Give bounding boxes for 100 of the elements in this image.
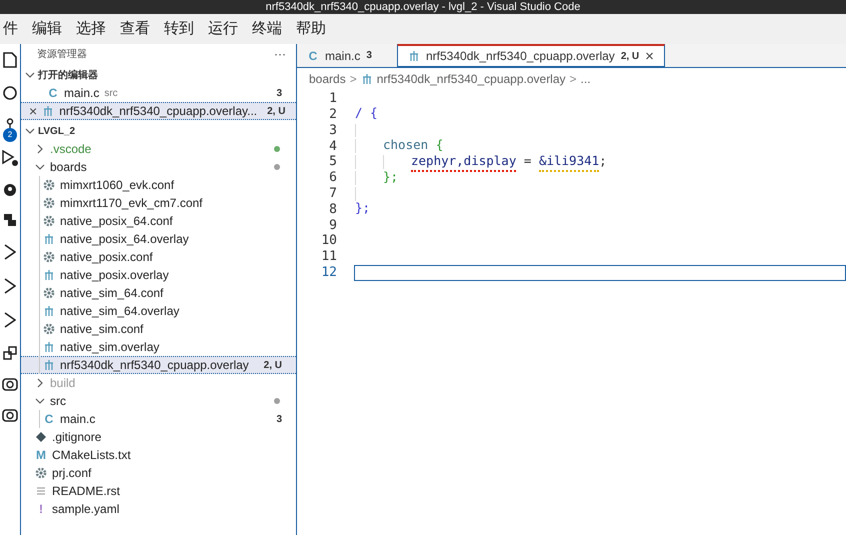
tree-item-selected[interactable]: nrf5340dk_nrf5340_cpuapp.overlay 2, U	[21, 356, 296, 374]
breadcrumb-item[interactable]: nrf5340dk_nrf5340_cpuapp.overlay	[376, 70, 566, 88]
code-token: / {	[355, 104, 378, 122]
breadcrumb-separator: >	[350, 71, 357, 88]
tree-item-selected[interactable]: × nrf5340dk_nrf5340_cpuapp.overlay... 2, U	[21, 102, 296, 120]
line-number: 7	[328, 184, 337, 203]
folder-name: build	[50, 375, 76, 392]
c-file-icon: C	[307, 46, 319, 64]
search-icon	[3, 86, 17, 100]
line-number: 5	[328, 153, 337, 171]
file-name: native_posix.overlay	[60, 267, 169, 284]
menu-item[interactable]: 终端	[252, 18, 282, 40]
code-token: &ili9341	[538, 152, 600, 172]
files-icon	[3, 52, 17, 68]
gear-icon	[43, 215, 55, 227]
tree-item[interactable]: boards	[21, 158, 296, 176]
tree-item[interactable]: native_sim.overlay	[21, 338, 296, 356]
folder-name: .vscode	[50, 141, 92, 158]
menu-item[interactable]: 选择	[76, 18, 106, 40]
breadcrumb-item[interactable]: boards	[309, 70, 346, 88]
file-name: native_posix.conf	[60, 249, 153, 266]
line-number: 3	[328, 122, 337, 140]
c-file-icon: C	[43, 410, 55, 428]
count-badge: 2	[3, 128, 17, 142]
folder-name: boards	[50, 159, 87, 176]
close-button[interactable]: ×	[29, 104, 38, 118]
folder-name: src	[50, 393, 66, 410]
tree-item[interactable]: ! sample.yaml	[21, 500, 296, 518]
file-name: native_sim_64.overlay	[60, 303, 180, 320]
file-name: prj.conf	[52, 465, 92, 482]
breadcrumb-separator: >	[570, 71, 577, 88]
tree-item[interactable]: native_posix_64.conf	[21, 212, 296, 230]
tree-item[interactable]: C main.c src 3	[21, 84, 296, 102]
tree-item[interactable]: README.rst	[21, 482, 296, 500]
tree-item[interactable]: prj.conf	[21, 464, 296, 482]
window-title: nrf5340dk_nrf5340_cpuapp.overlay - lvgl_2 - Visual Studio Code	[266, 2, 580, 12]
tree-item[interactable]: C main.c 3	[21, 410, 296, 428]
tree-item[interactable]: M CMakeLists.txt	[21, 446, 296, 464]
menu-item[interactable]: 运行	[208, 18, 238, 40]
code-token: zephyr,display	[411, 152, 516, 172]
menu-item[interactable]: 转到	[164, 18, 194, 40]
device-tree-icon	[43, 305, 55, 317]
file-path: src	[104, 86, 118, 100]
close-button[interactable]: ×	[645, 48, 654, 64]
line-number: 1	[328, 90, 337, 108]
code-token: ;	[599, 152, 607, 170]
section-header[interactable]: LVGL_2	[38, 124, 76, 138]
gear-icon	[43, 197, 55, 209]
code-token: };	[383, 168, 398, 186]
line-number: 9	[328, 216, 337, 234]
camera-icon	[2, 378, 18, 391]
section-header[interactable]: 打开的编辑器	[38, 68, 98, 82]
chevron-icon	[4, 312, 16, 328]
menu-item[interactable]: 编辑	[32, 18, 62, 40]
tab-label: nrf5340dk_nrf5340_cpuapp.overlay	[426, 48, 615, 65]
file-name: native_posix_64.conf	[60, 213, 173, 230]
code-token: {	[436, 136, 444, 154]
gear-icon	[43, 251, 55, 263]
lines-icon	[35, 485, 47, 497]
problem-count: 2, U	[264, 358, 282, 372]
tree-item[interactable]: native_sim_64.conf	[21, 284, 296, 302]
tree-item[interactable]: src	[21, 392, 296, 410]
breadcrumb-item[interactable]: ...	[580, 70, 591, 88]
file-name: CMakeLists.txt	[52, 447, 131, 464]
code-token: chosen	[383, 136, 430, 154]
menu-item[interactable]: 帮助	[296, 18, 326, 40]
file-name: mimxrt1170_evk_cm7.conf	[60, 195, 202, 212]
file-name: README.rst	[52, 483, 120, 500]
tree-item[interactable]: native_posix_64.overlay	[21, 230, 296, 248]
tree-item[interactable]: mimxrt1060_evk.conf	[21, 176, 296, 194]
problem-count: 2, U	[620, 50, 640, 64]
device-tree-icon	[42, 105, 54, 117]
tree-item[interactable]: native_posix.overlay	[21, 266, 296, 284]
tree-item[interactable]: .gitignore	[21, 428, 296, 446]
chevron-icon	[4, 244, 16, 260]
tree-item[interactable]: .vscode	[21, 140, 296, 158]
problem-count: 2, U	[267, 104, 286, 118]
tree-item[interactable]: mimxrt1170_evk_cm7.conf	[21, 194, 296, 212]
camera-icon	[2, 409, 18, 422]
menu-item[interactable]: 查看	[120, 18, 150, 40]
code-token: };	[355, 199, 370, 218]
tree-item[interactable]: native_sim_64.overlay	[21, 302, 296, 320]
more-actions-button[interactable]: ···	[274, 45, 286, 63]
tree-item[interactable]: native_sim.conf	[21, 320, 296, 338]
gear-icon	[43, 287, 55, 299]
menu-item[interactable]: 件	[3, 18, 18, 40]
device-tree-icon	[43, 359, 55, 371]
gear-icon	[43, 323, 55, 335]
line-number: 8	[328, 200, 337, 219]
file-name: native_posix_64.overlay	[60, 231, 189, 248]
tree-item[interactable]: native_posix.conf	[21, 248, 296, 266]
file-name: main.c	[60, 411, 96, 428]
line-number: 12	[320, 264, 337, 282]
device-tree-icon	[43, 341, 55, 353]
gear-icon	[35, 467, 47, 479]
gear-icon	[43, 179, 55, 191]
line-number: 6	[328, 169, 337, 188]
device-tree-icon	[43, 233, 55, 245]
file-name: native_sim.conf	[60, 321, 144, 338]
editor-tab[interactable]: nrf5340dk_nrf5340_cpuapp.overlay 2, U ×	[397, 44, 665, 67]
